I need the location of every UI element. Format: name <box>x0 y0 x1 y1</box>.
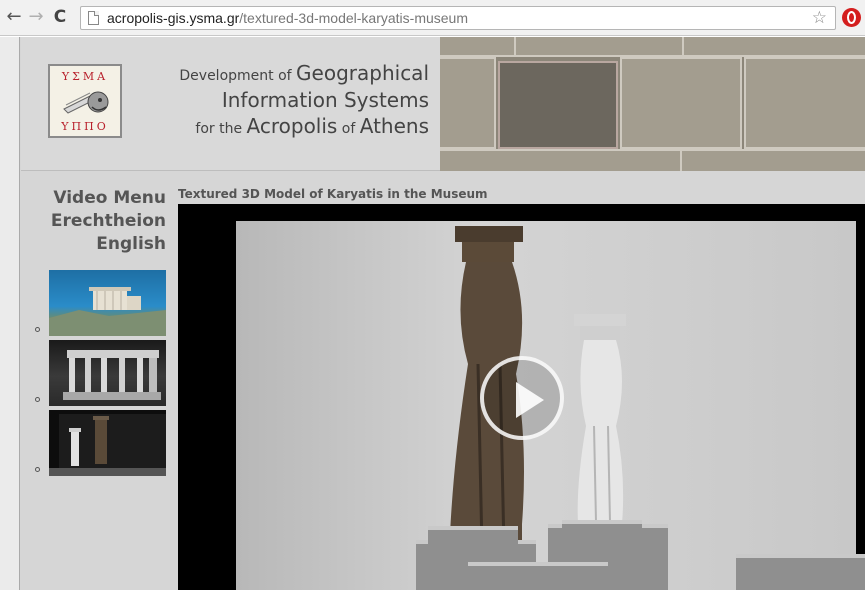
erechtheion-aerial-thumbnail[interactable] <box>49 270 166 336</box>
page-icon <box>88 11 99 25</box>
bullet-icon <box>35 467 40 472</box>
plinth <box>428 526 518 546</box>
url-host: acropolis-gis.ysma.gr <box>107 10 240 26</box>
menu-title-line: English <box>96 234 166 254</box>
caryatid-porch-thumbnail[interactable] <box>49 340 166 406</box>
title-line-2: Information Systems <box>131 88 429 114</box>
title-word: Athens <box>359 114 429 138</box>
star-icon[interactable]: ☆ <box>812 8 827 28</box>
plinth <box>562 520 642 532</box>
bullet-icon <box>35 397 40 402</box>
karyatis-museum-thumbnail[interactable] <box>49 410 166 476</box>
site-header: ΥΣΜΑ ΥΠΠΟ Development of Geographical In… <box>21 37 865 171</box>
play-icon <box>516 382 544 418</box>
forward-arrow-icon[interactable]: → <box>26 7 46 27</box>
stone-wall-banner <box>440 37 865 171</box>
title-line-3: for the Acropolis of Athens <box>131 114 429 141</box>
stone-block <box>498 61 618 149</box>
title-word: for the <box>195 121 247 137</box>
video-title: Textured 3D Model of Karyatis in the Mus… <box>178 187 488 201</box>
menu-title-line: Video Menu <box>53 188 166 208</box>
title-word: Acropolis <box>246 114 338 138</box>
menu-title-line: Erechtheion <box>50 211 166 231</box>
title-line-1: Development of Geographical <box>131 61 429 88</box>
page: ΥΣΜΑ ΥΠΠΟ Development of Geographical In… <box>0 37 865 590</box>
ysma-logo[interactable]: ΥΣΜΑ ΥΠΠΟ <box>48 64 122 138</box>
reload-icon[interactable]: C <box>50 7 70 27</box>
stone-block <box>440 57 496 149</box>
logo-bottom-text: ΥΠΠΟ <box>61 120 109 133</box>
site-title: Development of Geographical Information … <box>131 61 429 141</box>
address-bar[interactable]: acropolis-gis.ysma.gr/textured-3d-model-… <box>80 6 836 30</box>
bullet-icon <box>35 327 40 332</box>
play-button[interactable] <box>480 356 564 440</box>
title-word: Geographical <box>296 61 429 85</box>
stone-block <box>514 37 684 57</box>
caryatid-porch-icon <box>63 350 161 400</box>
stone-block <box>682 37 865 57</box>
browser-toolbar: ← → C acropolis-gis.ysma.gr/textured-3d-… <box>0 0 865 36</box>
video-player[interactable] <box>178 204 865 590</box>
list-item[interactable] <box>30 340 166 408</box>
temple-icon <box>49 287 166 336</box>
plinth <box>468 562 608 590</box>
list-item[interactable] <box>30 270 166 338</box>
title-word: Information Systems <box>221 88 429 112</box>
video-menu-title: Video Menu Erechtheion English <box>30 187 166 256</box>
url-path: /textured-3d-model-karyatis-museum <box>239 10 469 26</box>
stone-block <box>440 37 516 57</box>
opera-icon[interactable] <box>842 8 861 27</box>
title-word: of <box>337 121 360 137</box>
karyatis-statues-icon <box>49 414 166 476</box>
lion-head-icon <box>63 91 109 114</box>
page-left-margin <box>0 37 20 590</box>
stone-block <box>680 149 865 171</box>
logo-top-text: ΥΣΜΑ <box>61 70 109 83</box>
back-arrow-icon[interactable]: ← <box>4 7 24 27</box>
plinth <box>736 554 865 590</box>
url-text[interactable]: acropolis-gis.ysma.gr/textured-3d-model-… <box>107 10 468 26</box>
stone-block <box>620 57 742 149</box>
list-item[interactable] <box>30 410 166 478</box>
stone-block <box>744 57 865 149</box>
title-word: Development of <box>179 68 297 84</box>
stone-block <box>440 149 682 171</box>
